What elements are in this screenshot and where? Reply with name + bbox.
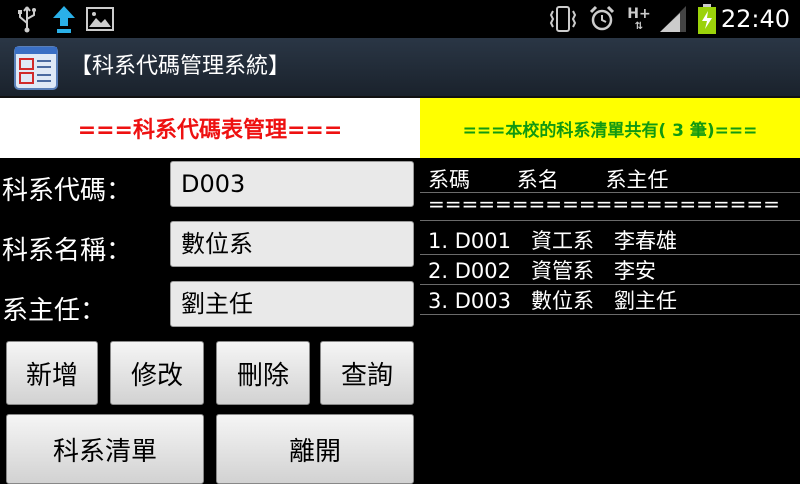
upload-icon xyxy=(50,4,78,34)
hplus-label: H+ xyxy=(627,6,651,22)
list-divider xyxy=(420,220,800,221)
list-separator: ===================== xyxy=(428,192,780,216)
list-item: 3. D003 數位系 劉主任 xyxy=(428,289,678,313)
image-icon xyxy=(86,4,114,34)
clock: 22:40 xyxy=(720,5,790,33)
list-header: 系碼 系名 系主任 xyxy=(428,168,669,192)
list-item: 1. D001 資工系 李春雄 xyxy=(428,229,678,253)
edit-button[interactable]: 修改 xyxy=(110,341,204,405)
dept-name-label: 科系名稱： xyxy=(2,236,133,266)
battery-charging-icon xyxy=(696,4,718,34)
app-icon xyxy=(14,46,58,90)
hplus-data-icon: H+ ⇅ xyxy=(627,6,651,32)
dept-code-label: 科系代碼： xyxy=(2,176,133,206)
vibrate-icon xyxy=(548,4,578,34)
list-banner: ===本校的科系清單共有( 3 筆)=== xyxy=(420,98,800,158)
director-field[interactable]: 劉主任 xyxy=(170,281,414,327)
query-button[interactable]: 查詢 xyxy=(320,341,414,405)
app-title: 【科系代碼管理系統】 xyxy=(70,54,291,79)
delete-button[interactable]: 刪除 xyxy=(216,341,310,405)
list-divider xyxy=(420,314,800,315)
dept-code-field[interactable]: D003 xyxy=(170,161,414,207)
exit-button[interactable]: 離開 xyxy=(216,414,414,484)
form-banner: ===科系代碼表管理=== xyxy=(0,98,420,158)
title-bar: 【科系代碼管理系統】 xyxy=(0,38,800,98)
signal-icon xyxy=(658,4,688,34)
alarm-icon xyxy=(588,4,616,34)
usb-icon xyxy=(14,4,40,34)
dept-name-field[interactable]: 數位系 xyxy=(170,221,414,267)
director-label: 系主任： xyxy=(2,296,107,326)
dept-list-button[interactable]: 科系清單 xyxy=(6,414,204,484)
status-bar: H+ ⇅ 22:40 xyxy=(0,0,800,38)
list-item: 2. D002 資管系 李安 xyxy=(428,259,657,283)
add-button[interactable]: 新增 xyxy=(6,341,98,405)
